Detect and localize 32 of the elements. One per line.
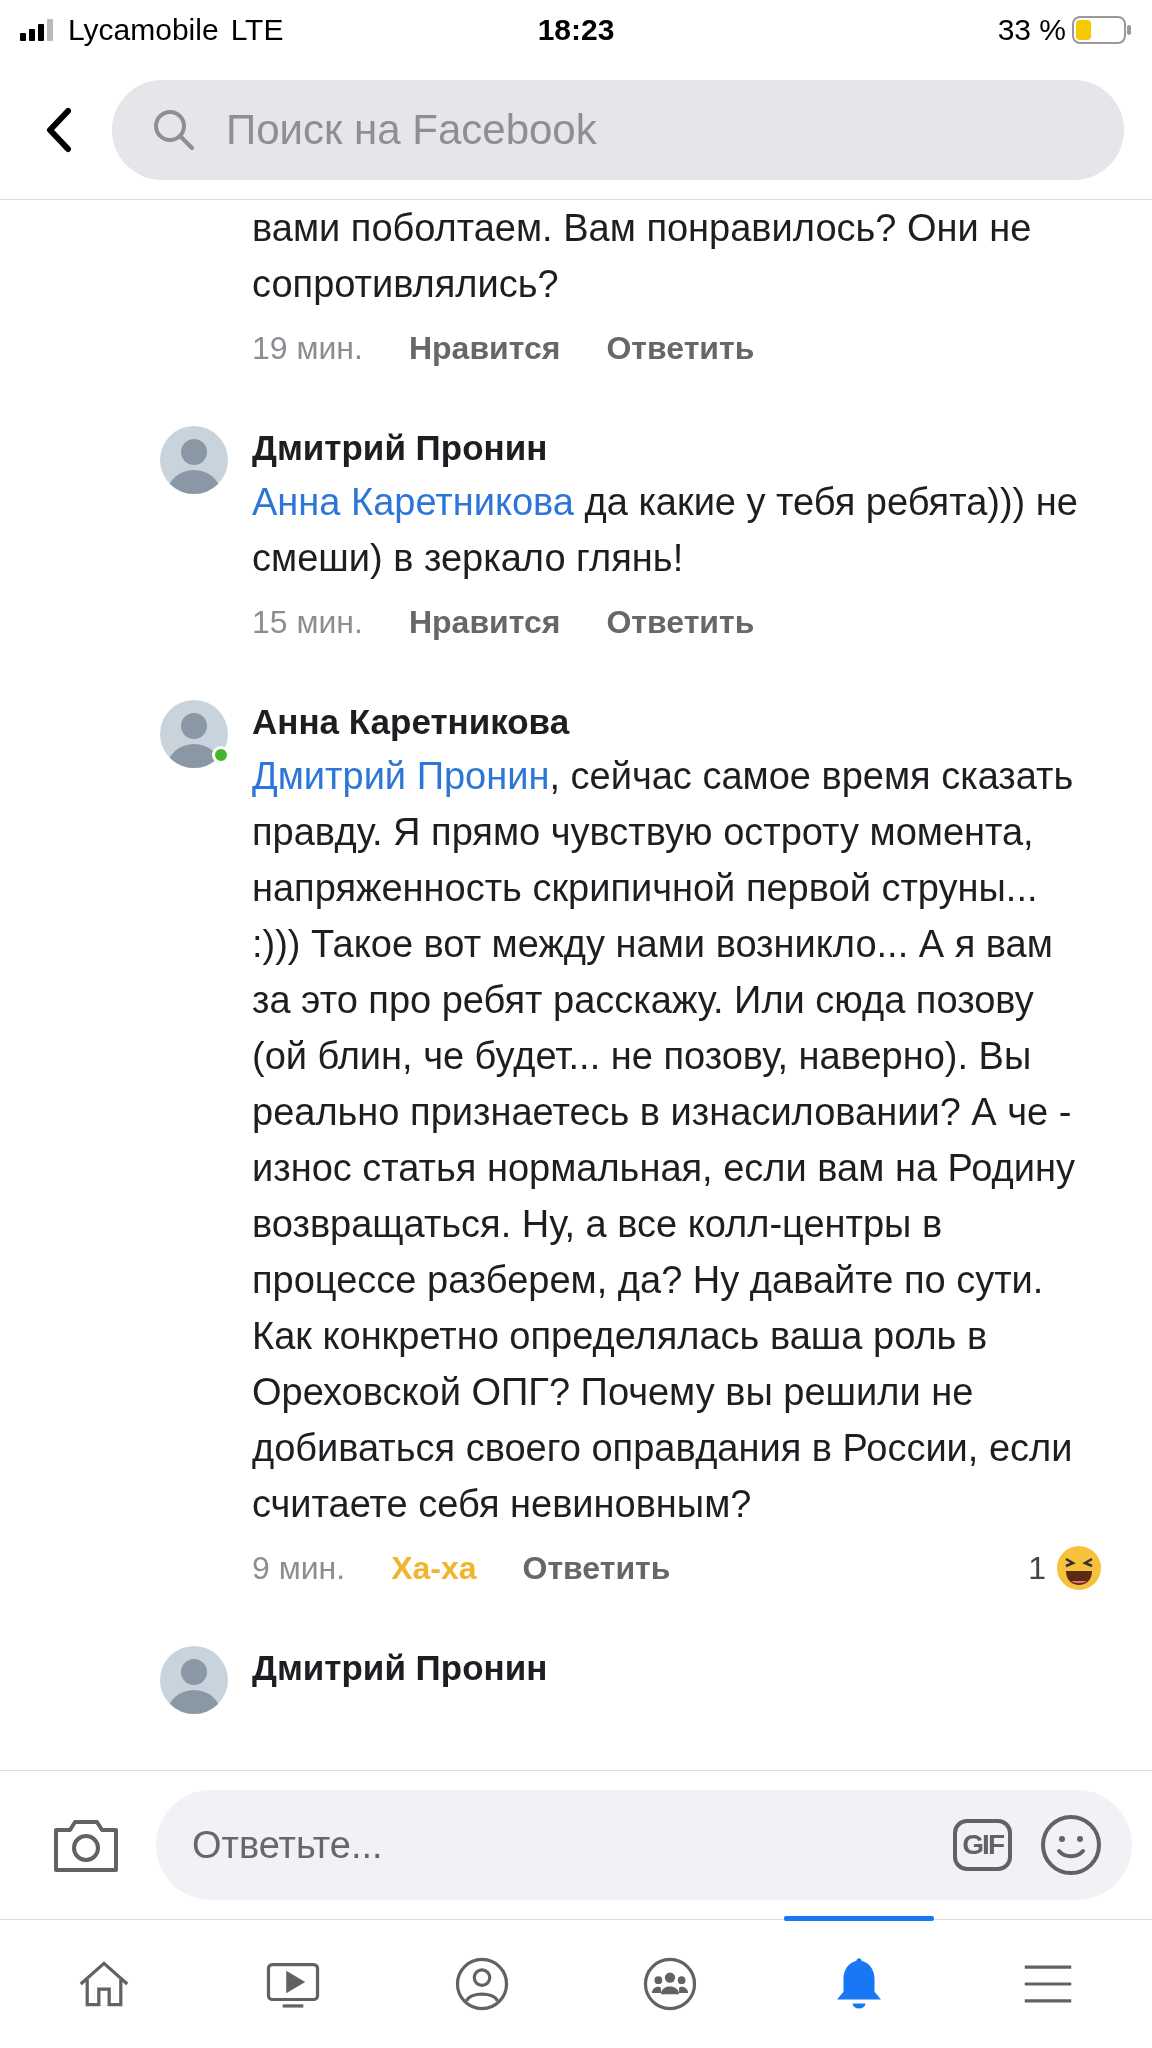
reply-bar[interactable]: Ответьте... GIF	[156, 1790, 1132, 1900]
comment-text: Анна Каретникова да какие у тебя ребята))) не смеши) в зеркало глянь!	[252, 480, 1079, 581]
author-name[interactable]: Анна Каретникова	[252, 696, 1102, 748]
reply-button[interactable]: Ответить	[606, 603, 755, 641]
reply-button[interactable]: Ответить	[606, 329, 755, 367]
reply-field[interactable]: Ответьте...	[190, 1790, 926, 1900]
comment-text: Дмитрий Пронин, сейчас самое время сказать правду. Я прямо чувствую остроту момента, напряженность скрипичной первой струны... :))) Такое вот между нами возникло... А я вам за это про ребят расскажу. Или сюда позову (ой блин, че будет... не позову, наверно). Вы реально признаетесь в изнасиловании? А че - износ статья нормальная, если вам на Родину возвращаться. Ну, а все колл-центры в процессе разберем, да? Ну давайте по сути. Как конкретно определялась ваша роль в Ореховской ОПГ? Почему вы решили не добиваться своего оправдания в России, если считаете себя невиновным?	[252, 754, 1076, 1527]
comment-time: 15 мин.	[252, 603, 363, 642]
mention-link[interactable]: Дмитрий Пронин	[252, 755, 550, 797]
signal-icon	[20, 19, 56, 41]
gif-button[interactable]: GIF	[953, 1819, 1012, 1871]
search-icon	[152, 107, 196, 152]
author-name[interactable]: Дмитрий Пронин	[252, 422, 1102, 474]
carrier-name: Lycamobile	[68, 13, 219, 47]
reaction-button[interactable]: Нравится	[408, 329, 561, 367]
battery-percent: 33 %	[997, 13, 1066, 47]
laughing-emoji-icon	[1056, 1545, 1102, 1591]
reply-button[interactable]: Ответить	[522, 1549, 671, 1587]
network-type: LTE	[230, 13, 284, 47]
back-icon[interactable]	[44, 106, 72, 153]
battery-icon	[1072, 16, 1132, 44]
search-field[interactable]: Поиск на Facebook	[224, 79, 1084, 180]
reaction-button[interactable]: Нравится	[408, 603, 561, 641]
smiley-icon[interactable]	[1040, 1814, 1102, 1876]
reaction-count: 1	[1028, 1549, 1046, 1588]
comment-time: 9 мин.	[252, 1549, 346, 1588]
comment-time: 19 мин.	[252, 329, 363, 368]
author-name[interactable]: Дмитрий Пронин	[252, 1642, 1102, 1694]
comment-text: вами поболтаем. Вам понравилось? Они не сопротивлялись?	[252, 206, 1033, 307]
mention-link[interactable]: Анна Каретникова	[252, 481, 574, 523]
search-bar[interactable]: Поиск на Facebook	[112, 79, 1124, 180]
clock-time: 18:23	[537, 13, 615, 47]
